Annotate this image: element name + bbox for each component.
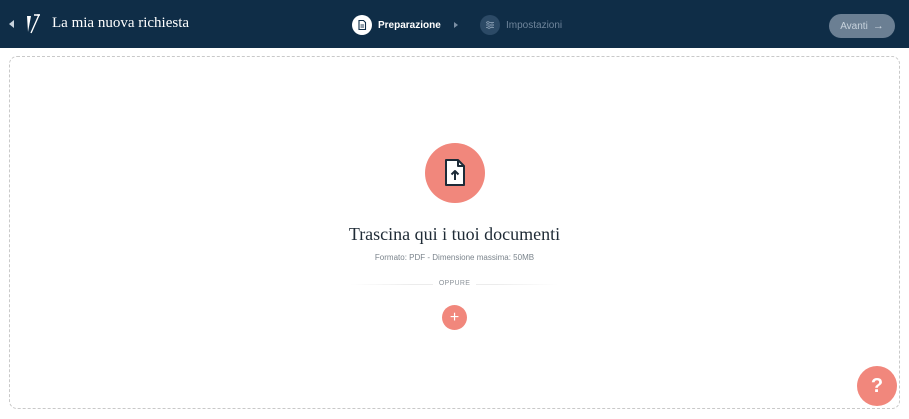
plus-icon: + [449, 308, 460, 326]
dropzone-title: Trascina qui i tuoi documenti [348, 224, 561, 244]
sliders-icon [480, 15, 500, 35]
step-preparazione[interactable]: Preparazione [352, 15, 441, 35]
dropzone-subtitle: Formato: PDF - Dimensione massima: 50MB [374, 253, 535, 262]
top-bar: La mia nuova richiesta Preparazione Impo… [0, 0, 909, 48]
next-button[interactable]: Avanti → [829, 14, 895, 38]
question-mark-icon: ? [870, 374, 884, 397]
back-chevron-icon[interactable] [9, 20, 14, 28]
page-title: La mia nuova richiesta [52, 15, 190, 31]
step-impostazioni[interactable]: Impostazioni [480, 15, 562, 35]
add-file-button[interactable]: + [442, 305, 467, 330]
step-label: Impostazioni [506, 19, 563, 31]
file-upload-icon [445, 159, 465, 186]
help-button[interactable]: ? [857, 366, 897, 406]
next-button-label: Avanti [840, 20, 868, 32]
step-label: Preparazione [378, 19, 441, 31]
arrow-right-icon: → [872, 20, 884, 32]
logo-icon [27, 14, 41, 34]
or-label-text: OPPURE [432, 280, 477, 287]
upload-icon-badge [425, 143, 485, 203]
chevron-right-icon [454, 22, 458, 28]
document-icon [352, 15, 372, 35]
or-divider-label: OPPURE [0, 280, 909, 287]
